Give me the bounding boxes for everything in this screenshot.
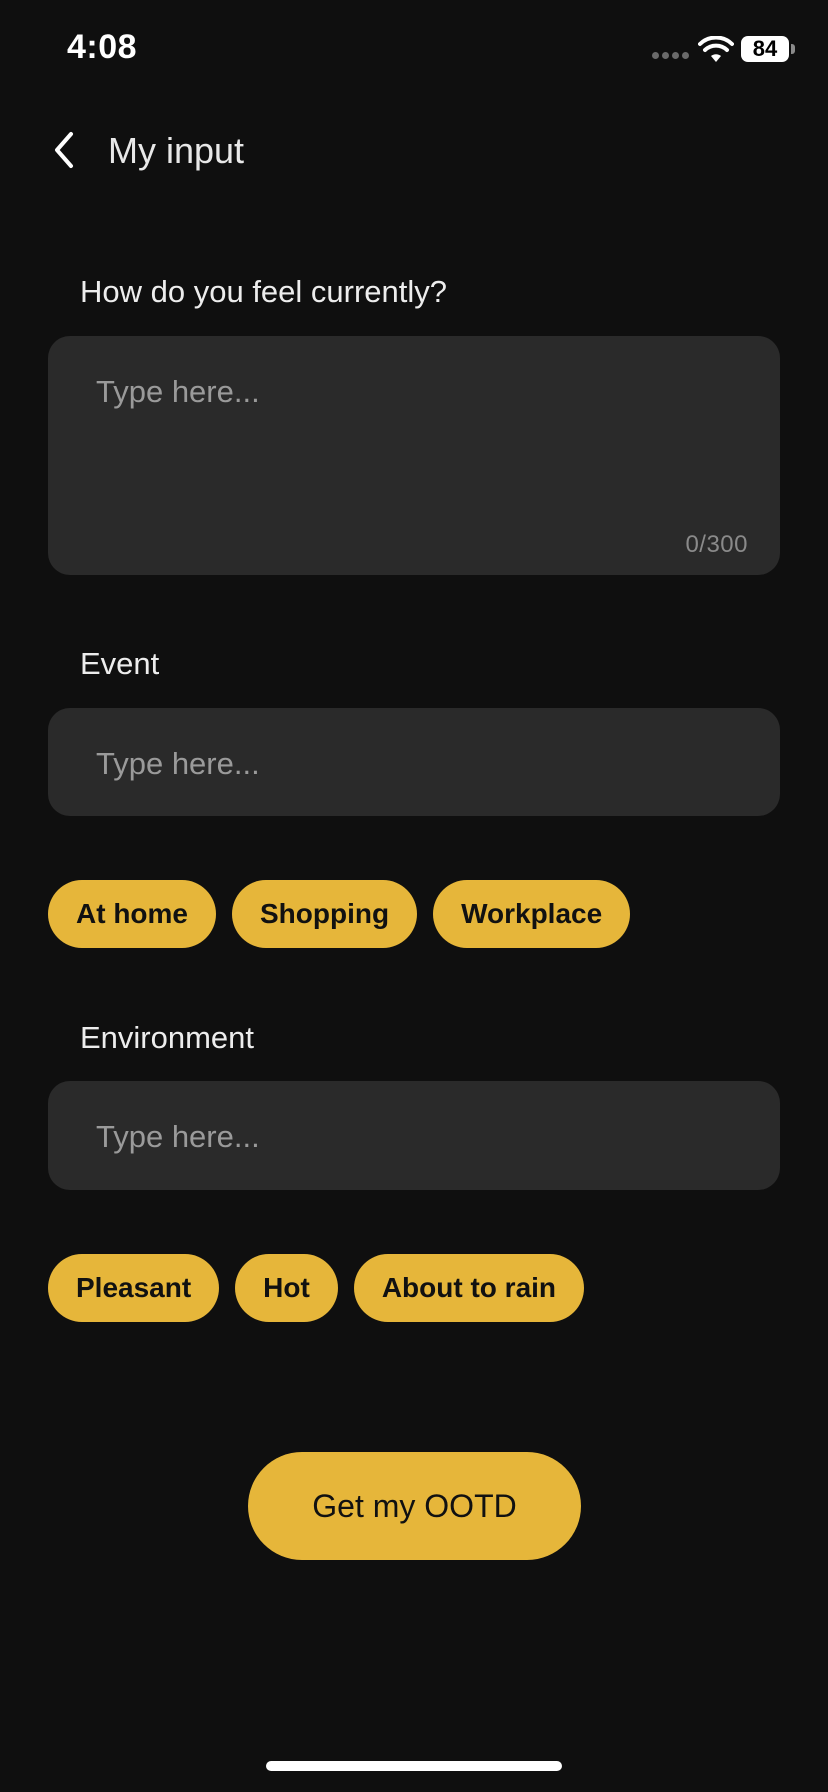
- status-bar: 4:08 84: [0, 0, 828, 100]
- chip-hot[interactable]: Hot: [235, 1254, 338, 1322]
- chevron-left-icon: [55, 132, 73, 168]
- character-counter: 0/300: [685, 531, 748, 558]
- get-ootd-button[interactable]: Get my OOTD: [248, 1452, 581, 1560]
- feeling-textarea[interactable]: Type here... 0/300: [48, 336, 780, 575]
- signal-dots-icon: [652, 52, 689, 59]
- event-chips: At home Shopping Workplace: [48, 880, 631, 948]
- environment-chips: Pleasant Hot About to rain: [48, 1254, 585, 1322]
- feeling-label: How do you feel currently?: [80, 274, 448, 309]
- event-input[interactable]: Type here...: [48, 708, 780, 816]
- home-indicator[interactable]: [266, 1761, 562, 1771]
- environment-label: Environment: [80, 1020, 255, 1055]
- battery-icon: 84: [741, 36, 789, 62]
- event-placeholder: Type here...: [96, 746, 260, 781]
- chip-at-home[interactable]: At home: [48, 880, 216, 948]
- environment-input[interactable]: Type here...: [48, 1081, 780, 1190]
- page-title: My input: [108, 130, 245, 171]
- nav-header: My input: [0, 110, 828, 190]
- battery-cap: [791, 44, 795, 54]
- environment-placeholder: Type here...: [96, 1119, 260, 1154]
- chip-workplace[interactable]: Workplace: [433, 880, 631, 948]
- feeling-placeholder: Type here...: [96, 374, 260, 409]
- wifi-icon: [698, 36, 734, 62]
- chip-shopping[interactable]: Shopping: [232, 880, 418, 948]
- chip-pleasant[interactable]: Pleasant: [48, 1254, 220, 1322]
- back-button[interactable]: [40, 125, 90, 175]
- event-label: Event: [80, 646, 160, 681]
- status-time: 4:08: [67, 28, 138, 66]
- chip-about-to-rain[interactable]: About to rain: [353, 1254, 585, 1322]
